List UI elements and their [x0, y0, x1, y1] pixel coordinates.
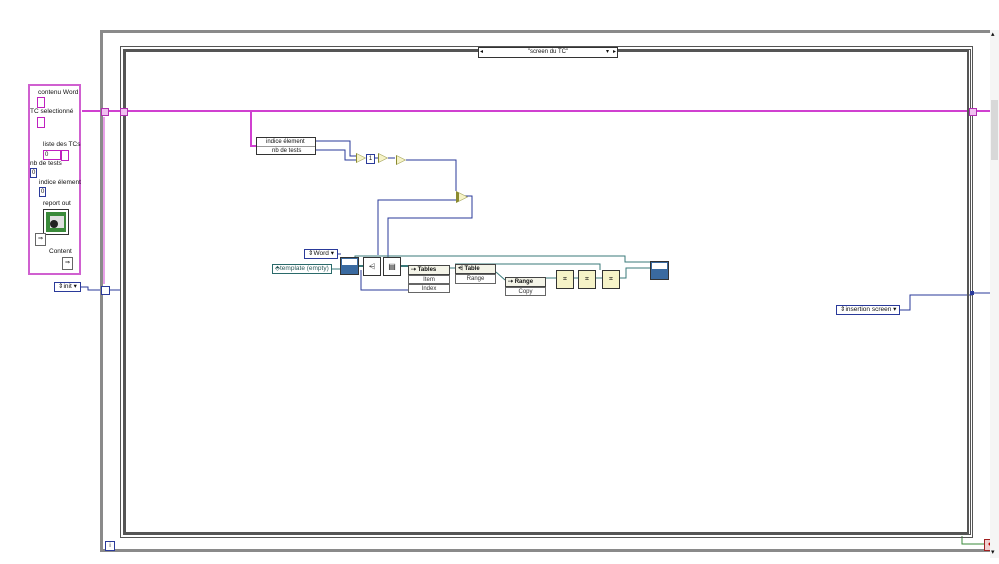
- range-invoke-node[interactable]: ⇢ Range: [505, 277, 546, 287]
- case-selector[interactable]: ◂ "screen du TC" ▾ ▸: [478, 47, 618, 58]
- unbundle-item-nb-tests: nb de tests: [272, 148, 302, 154]
- dropdown-icon: ▾: [330, 250, 334, 257]
- add-function-icon[interactable]: [456, 191, 468, 203]
- init-enum-constant[interactable]: ⇕init ▾: [54, 282, 81, 292]
- tables-index-row[interactable]: Index: [408, 284, 450, 293]
- word-open-vi-icon[interactable]: [340, 257, 359, 275]
- report-out-label: report out: [43, 200, 71, 207]
- content-label: Content: [49, 248, 72, 255]
- vertical-scrollbar[interactable]: ▴ ▾: [990, 30, 999, 558]
- enum-output-tunnel[interactable]: [970, 291, 974, 295]
- tables-item-row[interactable]: Item: [408, 275, 450, 284]
- dropdown-icon: ▾: [73, 283, 77, 290]
- unbundle-by-name-node[interactable]: indice élement nb de tests: [256, 137, 316, 155]
- case-frame: [124, 50, 969, 534]
- close-reference-icon[interactable]: ⌗: [556, 270, 574, 289]
- tables-property-node[interactable]: ⇢ Tables: [408, 265, 450, 275]
- indice-element-value[interactable]: 0: [39, 187, 47, 197]
- report-out-file-icon: ⇒: [35, 233, 46, 246]
- liste-des-tcs-label: liste des TCs: [43, 141, 81, 148]
- case-dropdown-icon[interactable]: ▾: [606, 48, 609, 57]
- nb-de-tests-value[interactable]: 0: [30, 168, 38, 178]
- contenu-word-label: contenu Word: [38, 89, 79, 96]
- range-header: Range: [514, 279, 534, 285]
- get-document-vi-icon[interactable]: ⩤: [363, 257, 381, 276]
- contenu-word-indicator[interactable]: [37, 97, 45, 108]
- case-output-tunnel[interactable]: [969, 108, 977, 116]
- template-ref-label: template (empty): [280, 265, 329, 272]
- tc-selectionne-indicator[interactable]: [37, 117, 45, 128]
- tc-selectionne-label: TC selectionné: [30, 108, 74, 115]
- cluster-control[interactable]: contenu Word TC selectionné liste des TC…: [28, 84, 81, 275]
- insertion-screen-enum-constant[interactable]: ⇕insertion screen ▾: [836, 305, 901, 315]
- document-ref-vi-icon[interactable]: ▤: [383, 257, 401, 276]
- word-enum-label: Word: [313, 250, 329, 257]
- init-enum-label: init: [63, 283, 72, 290]
- word-output-vi-icon[interactable]: [650, 261, 669, 280]
- table-range-row[interactable]: Range: [455, 274, 496, 284]
- close-reference-icon[interactable]: ⌗: [602, 270, 620, 289]
- vi-icon-banner: [342, 259, 357, 265]
- word-enum-constant[interactable]: ⇕Word ▾: [304, 249, 338, 259]
- case-prev-icon[interactable]: ◂: [480, 48, 483, 57]
- case-next-icon[interactable]: ▸: [613, 48, 616, 57]
- tables-header: Tables: [417, 267, 437, 273]
- dropdown-icon: ▾: [893, 306, 897, 313]
- increment-function-icon[interactable]: [396, 155, 406, 165]
- iteration-terminal: i: [105, 541, 115, 551]
- case-input-tunnel[interactable]: [120, 108, 128, 116]
- scrollbar-thumb[interactable]: [991, 100, 998, 160]
- scroll-up-icon[interactable]: ▴: [991, 30, 995, 38]
- indice-element-label: indice élement: [39, 179, 81, 186]
- close-reference-icon[interactable]: ⌗: [578, 270, 596, 289]
- shift-register-left-enum[interactable]: [101, 286, 110, 295]
- property-arrow-icon: ⇢: [508, 279, 515, 285]
- liste-des-tcs-element[interactable]: [61, 150, 69, 161]
- subtract-function-icon[interactable]: [356, 153, 366, 163]
- multiply-function-icon[interactable]: [378, 153, 388, 163]
- property-arrow-icon: ⇢: [411, 267, 418, 273]
- range-copy-row[interactable]: Copy: [505, 287, 546, 296]
- report-icon: [46, 212, 66, 232]
- insertion-enum-label: insertion screen: [845, 306, 892, 313]
- content-file-icon[interactable]: ⇒: [62, 257, 73, 270]
- table-header: Table: [464, 266, 480, 272]
- liste-des-tcs-index[interactable]: 0: [43, 150, 61, 160]
- template-refnum-constant[interactable]: ⬘template (empty): [272, 264, 332, 274]
- unbundle-item-indice: indice élement: [257, 138, 315, 147]
- case-selector-label: "screen du TC": [527, 49, 569, 55]
- nb-de-tests-label: nb de tests: [30, 160, 62, 167]
- shift-register-left[interactable]: [101, 108, 109, 116]
- scroll-down-icon[interactable]: ▾: [991, 548, 995, 556]
- constant-one[interactable]: 1: [366, 154, 375, 164]
- vi-icon-banner: [652, 263, 667, 269]
- table-property-node[interactable]: ⩤ Table: [455, 264, 496, 274]
- report-out-refnum-icon[interactable]: [43, 209, 69, 235]
